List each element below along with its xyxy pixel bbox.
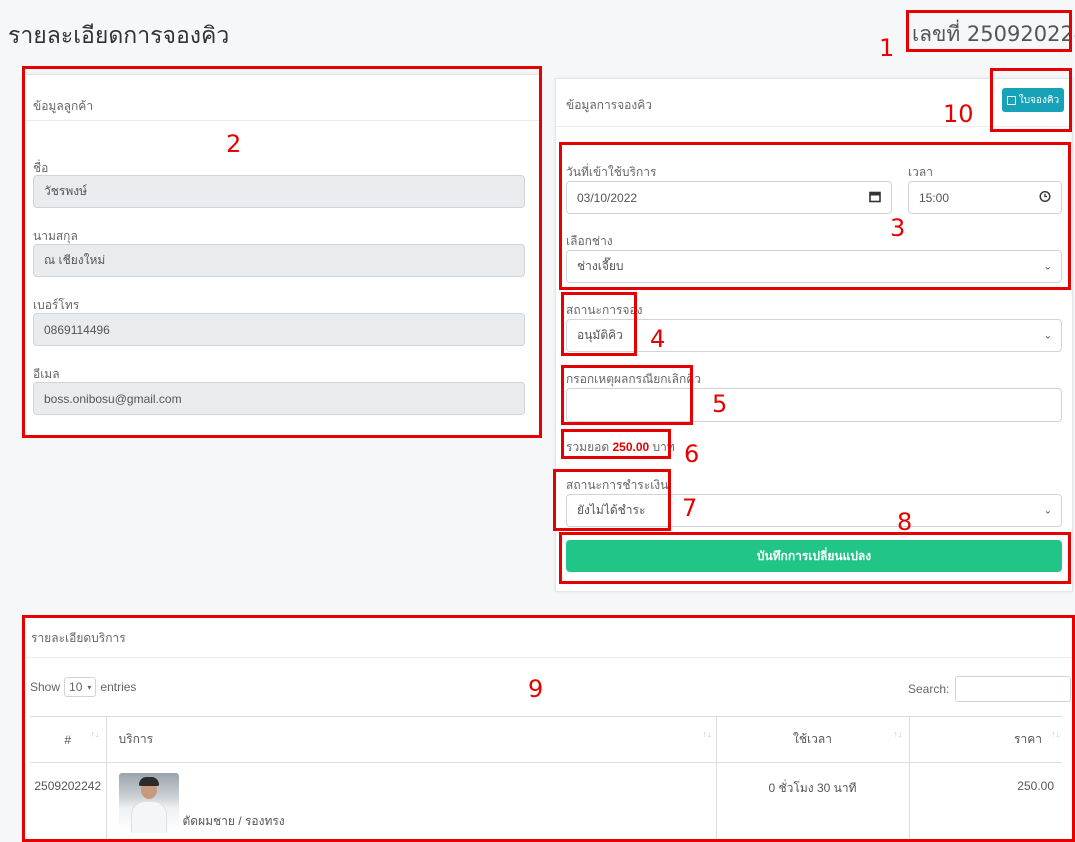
- annotation-box-4: [561, 292, 637, 356]
- annotation-box-8: [559, 532, 1071, 584]
- annotation-number-7: 7: [682, 494, 698, 522]
- annotation-box-6: [561, 429, 671, 459]
- annotation-box-2: [22, 66, 542, 438]
- booking-card-title: ข้อมูลการจองคิว: [566, 98, 652, 112]
- annotation-box-7: [553, 469, 671, 531]
- annotation-number-1: 1: [879, 34, 895, 62]
- annotation-number-9: 9: [528, 675, 544, 703]
- annotation-box-9: [22, 615, 1075, 842]
- annotation-number-4: 4: [650, 325, 666, 353]
- annotation-box-1: [906, 10, 1072, 52]
- annotation-number-8: 8: [897, 508, 913, 536]
- booking-status-select[interactable]: อนุมัติคิว ⌄: [566, 319, 1062, 352]
- annotation-number-3: 3: [890, 214, 906, 242]
- annotation-box-5: [561, 365, 693, 425]
- annotation-box-3: [559, 142, 1071, 290]
- annotation-box-10: [990, 68, 1072, 132]
- chevron-down-icon: ⌄: [1043, 505, 1052, 516]
- annotation-number-10: 10: [943, 100, 974, 128]
- page-title: รายละเอียดการจองคิว: [8, 23, 230, 49]
- annotation-number-2: 2: [226, 130, 242, 158]
- annotation-number-6: 6: [684, 440, 700, 468]
- annotation-number-5: 5: [712, 390, 728, 418]
- chevron-down-icon: ⌄: [1043, 330, 1052, 341]
